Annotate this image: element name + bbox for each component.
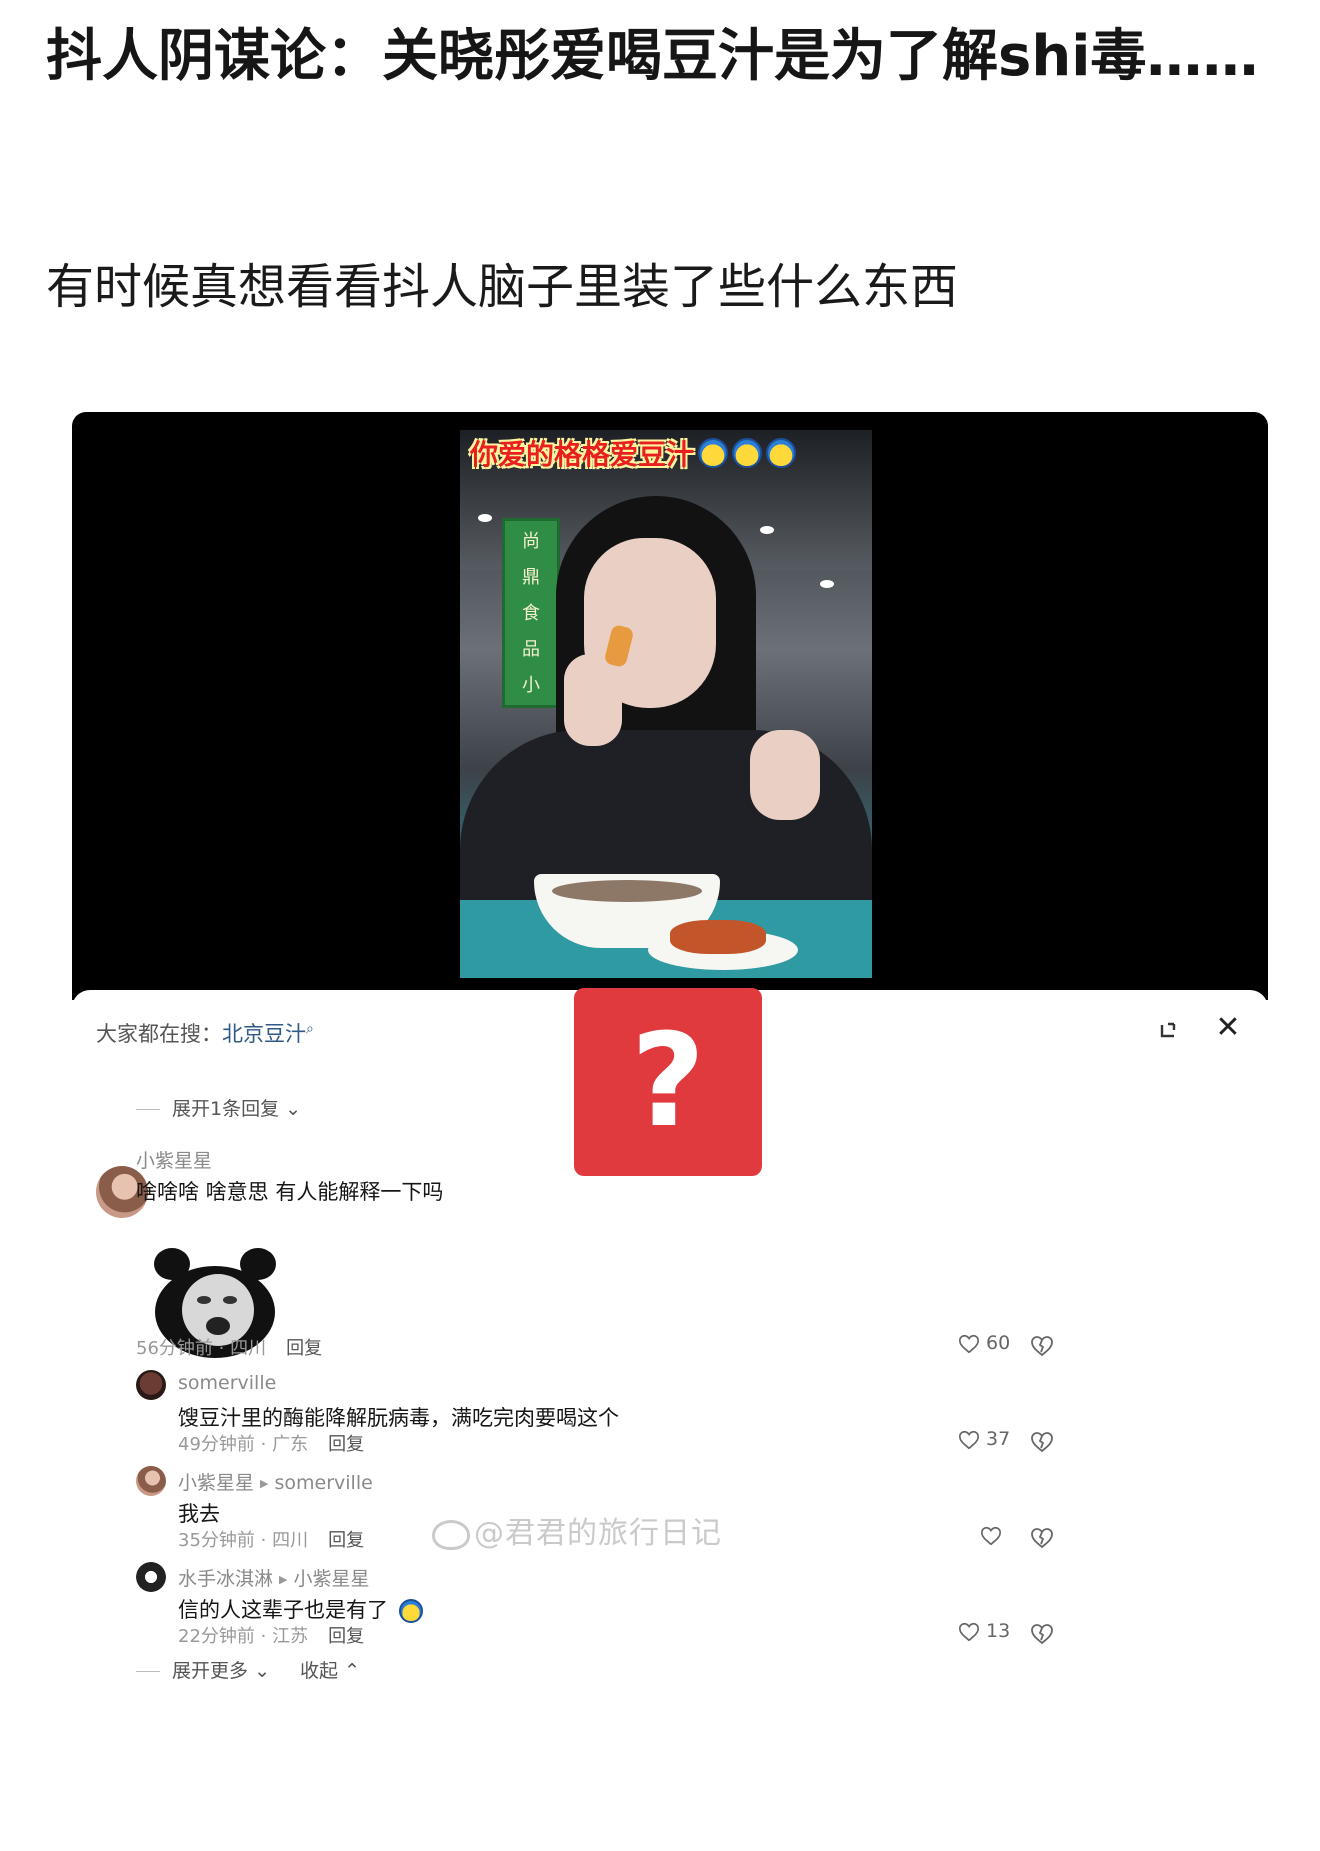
video-frame: 尚 鼎 食 品 小 你爱的格格爱豆汁 [460,430,872,978]
reply-author[interactable]: 小紫星星 [178,1472,254,1494]
sign-char: 品 [522,639,540,660]
chevron-up-icon: ⌃ [344,1660,360,1682]
comment-text: 啥啥啥 啥意思 有人能解释一下吗 [136,1180,444,1204]
comment-username[interactable]: 小紫星星 ▶ somerville [178,1468,373,1495]
sign-char: 小 [522,675,540,696]
weibo-logo-icon [432,1519,470,1550]
watermark: @君君的旅行日记 [432,1508,722,1552]
heart-icon [959,1622,979,1641]
ceiling-light [478,514,492,522]
person-hand [750,730,820,820]
comment-text: 我去 [178,1502,220,1526]
crying-emoji-icon [698,438,729,468]
sign-char: 尚 [522,531,540,552]
person-hand [564,654,622,746]
like-count: 13 [986,1620,1011,1642]
chevron-down-icon: ⌄ [254,1660,270,1682]
heart-icon [981,1526,1001,1545]
heart-icon [959,1430,979,1449]
reply-button[interactable]: 回复 [286,1338,322,1359]
comment-meta: 56分钟前 · 四川 回复 [136,1334,322,1360]
avatar[interactable] [136,1370,166,1400]
reply-target[interactable]: 小紫星星 [293,1568,369,1590]
crying-emoji-icon [398,1599,423,1623]
comment-time: 49分钟前 · 广东 [178,1434,309,1455]
shop-sign: 尚 鼎 食 品 小 [502,518,560,708]
question-mark-overlay: ? [574,988,762,1176]
watermark-text: @君君的旅行日记 [474,1516,722,1551]
caption-text: 你爱的格格爱豆汁 [470,438,695,471]
comment-text-content: 信的人这辈子也是有了 [178,1598,388,1622]
dislike-icon[interactable] [1030,1334,1054,1358]
reply-button[interactable]: 回复 [328,1626,364,1647]
like-count: 37 [986,1428,1011,1450]
reply-author[interactable]: 水手冰淇淋 [178,1568,273,1590]
like-count: 60 [986,1332,1011,1354]
reply-button[interactable]: 回复 [328,1530,364,1551]
sign-char: 鼎 [522,567,540,588]
like-button[interactable] [980,1524,1070,1554]
comment-username[interactable]: 小紫星星 [136,1146,212,1173]
reply-target[interactable]: somerville [274,1472,372,1494]
heart-icon [959,1334,979,1353]
avatar[interactable] [136,1562,166,1592]
reply-arrow-icon: ▶ [279,1573,288,1586]
dislike-icon[interactable] [1030,1622,1054,1646]
comment-text: 馊豆汁里的酶能降解朊病毒，满吃完肉要喝这个 [178,1406,619,1430]
search-keyword[interactable]: 北京豆汁 [222,1022,306,1046]
fried-food [670,920,766,954]
reply-arrow-icon: ▶ [260,1477,269,1490]
comment-username[interactable]: 水手冰淇淋 ▶ 小紫星星 [178,1564,370,1591]
comment-meta: 22分钟前 · 江苏 回复 [178,1622,364,1648]
collapse-button[interactable]: 收起 ⌃ [300,1656,360,1683]
video-caption: 你爱的格格爱豆汁 [460,430,872,476]
comment-meta: 35分钟前 · 四川 回复 [178,1526,364,1552]
comment-time: 22分钟前 · 江苏 [178,1626,309,1647]
close-icon[interactable]: ✕ [1208,1008,1248,1048]
video-player[interactable]: 尚 鼎 食 品 小 你爱的格格爱豆汁 [72,412,1268,1000]
chevron-down-icon: ⌄ [285,1098,302,1120]
expand-replies-label: 展开1条回复 [172,1098,280,1120]
expand-more-label: 展开更多 [172,1660,249,1682]
reply-button[interactable]: 回复 [328,1434,364,1455]
comment-text: 信的人这辈子也是有了 [178,1594,423,1624]
douzhi-soup [552,880,702,902]
comment-username[interactable]: somerville [178,1372,276,1394]
ceiling-light [820,580,834,588]
expand-more-button[interactable]: 展开更多 ⌄ [136,1656,270,1683]
avatar[interactable] [136,1466,166,1496]
fullscreen-icon[interactable] [1148,1010,1188,1050]
crying-emoji-icon [732,438,763,468]
post-body: 有时候真想看看抖人脑子里装了些什么东西 [46,259,959,315]
dislike-icon[interactable] [1030,1430,1054,1454]
dislike-icon[interactable] [1030,1526,1054,1550]
post-title: 抖人阴谋论：关晓彤爱喝豆汁是为了解shi毒…… [46,24,1259,89]
crying-emoji-icon [766,438,797,468]
ceiling-light [760,526,774,534]
search-prefix: 大家都在搜： [96,1022,222,1046]
search-icon: ⌕ [306,1021,314,1037]
collapse-label: 收起 [300,1660,339,1682]
search-suggestion[interactable]: 大家都在搜：北京豆汁⌕ [96,1018,314,1048]
comment-meta: 49分钟前 · 广东 回复 [178,1430,364,1456]
comment-time: 56分钟前 · 四川 [136,1338,267,1359]
sign-char: 食 [522,603,540,624]
comment-time: 35分钟前 · 四川 [178,1530,309,1551]
expand-replies-button[interactable]: 展开1条回复 ⌄ [136,1094,301,1121]
